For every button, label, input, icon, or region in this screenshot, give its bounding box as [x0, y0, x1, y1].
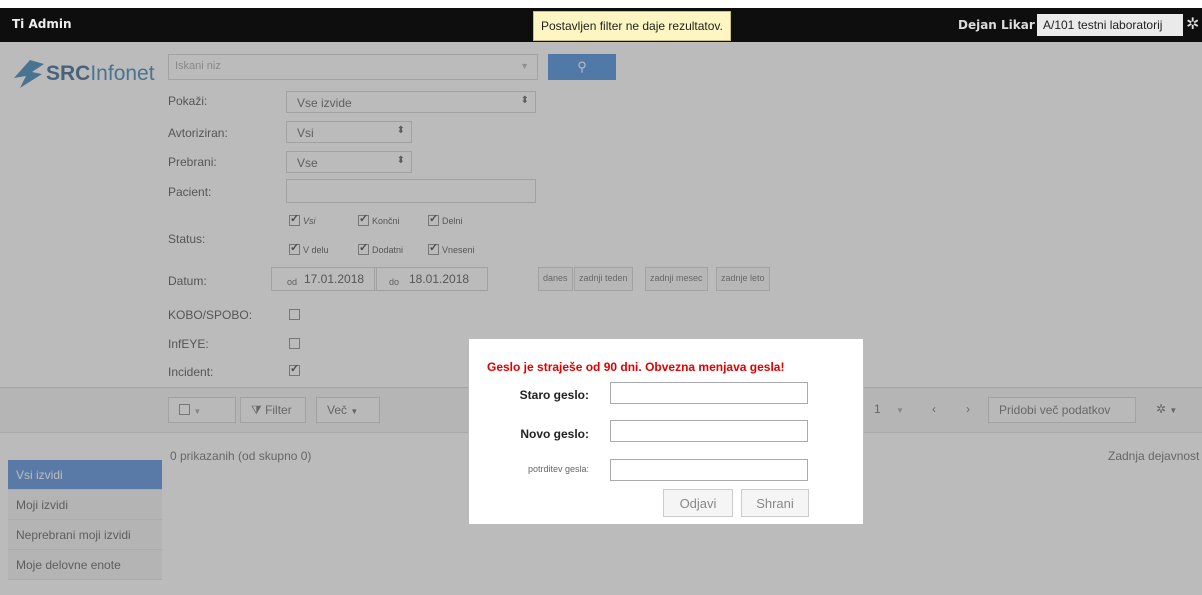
- dialog-title: Geslo je straješe od 90 dni. Obvezna men…: [487, 360, 785, 374]
- filter-tooltip: Postavljen filter ne daje rezultatov.: [533, 11, 731, 41]
- app-brand: Ti Admin: [12, 17, 72, 31]
- old-password-label: Staro geslo:: [519, 388, 589, 402]
- gear-icon[interactable]: ✲: [1186, 14, 1199, 34]
- save-button[interactable]: Shrani: [741, 489, 809, 517]
- confirm-password-input[interactable]: [610, 459, 808, 481]
- new-password-label: Novo geslo:: [520, 427, 589, 441]
- password-change-dialog: Geslo je straješe od 90 dni. Obvezna men…: [468, 338, 864, 525]
- user-name[interactable]: Dejan Likar: [958, 18, 1035, 32]
- confirm-password-label: potrditev gesla:: [527, 464, 589, 474]
- logout-button[interactable]: Odjavi: [663, 489, 733, 517]
- new-password-input[interactable]: [610, 420, 808, 442]
- old-password-input[interactable]: [610, 382, 808, 404]
- lab-selector[interactable]: A/101 testni laboratorij: [1037, 14, 1183, 36]
